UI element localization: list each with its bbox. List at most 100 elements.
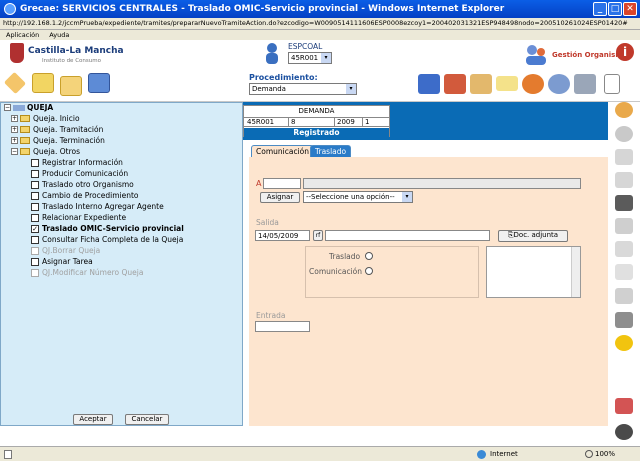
tree-item-selected[interactable]: ✓ Traslado OMIC-Servicio provincial: [31, 224, 184, 233]
item-checkbox-checked[interactable]: ✓: [31, 224, 39, 233]
observaciones-textarea[interactable]: [486, 246, 581, 298]
search-icon[interactable]: [615, 102, 633, 118]
document-icon[interactable]: [615, 149, 633, 165]
tree-folder[interactable]: + Queja. Terminación: [11, 136, 105, 145]
document-icon[interactable]: [604, 74, 620, 94]
gears-icon[interactable]: [548, 74, 570, 94]
folder-icon[interactable]: [60, 76, 82, 96]
tree-item[interactable]: Asignar Tarea: [31, 257, 93, 266]
zoom-icon: [585, 450, 593, 458]
item-checkbox[interactable]: [31, 257, 39, 266]
item-checkbox[interactable]: [31, 191, 39, 200]
salida-number-field[interactable]: [325, 230, 490, 241]
item-checkbox[interactable]: [31, 202, 39, 211]
tree-item[interactable]: Consultar Ficha Completa de la Queja: [31, 235, 183, 244]
crest-icon: [10, 43, 24, 63]
expand-icon[interactable]: +: [11, 137, 18, 144]
folder-label: Queja. Terminación: [33, 136, 105, 145]
address-bar[interactable]: http://192.168.1.2/jccmPrueba/expediente…: [0, 18, 640, 30]
organismo-select-value: --Seleccione una opción--: [306, 193, 395, 201]
print-icon[interactable]: [615, 312, 633, 328]
tab-traslado[interactable]: Traslado: [310, 145, 352, 157]
exit-icon[interactable]: [615, 424, 633, 440]
globe-icon[interactable]: [522, 74, 544, 94]
traslado-label: Traslado: [329, 252, 361, 261]
textarea-scrollbar[interactable]: [571, 247, 580, 297]
collapse-icon[interactable]: −: [4, 104, 11, 111]
window-titlebar: Grecae: SERVICIOS CENTRALES - Traslado O…: [0, 0, 640, 18]
list-icon[interactable]: [615, 264, 633, 280]
save-icon[interactable]: [615, 195, 633, 211]
back-icon[interactable]: [615, 126, 633, 142]
tree-item[interactable]: Traslado otro Organismo: [31, 180, 134, 189]
copy-icon[interactable]: [615, 172, 633, 188]
books-icon[interactable]: [418, 74, 440, 94]
tree-item[interactable]: Relacionar Expediente: [31, 213, 126, 222]
edit-icon[interactable]: [615, 218, 633, 234]
tree-folder[interactable]: + Queja. Tramitación: [11, 125, 103, 134]
a-name-field[interactable]: [303, 178, 581, 189]
salida-date-field[interactable]: [255, 230, 310, 241]
demanda-row: 45R001 8 2009 1: [244, 117, 389, 127]
folder-icon: [20, 126, 30, 133]
browser-statusbar: Internet 100%: [0, 446, 640, 461]
tree-item[interactable]: Producir Comunicación: [31, 169, 128, 178]
item-checkbox[interactable]: [31, 158, 39, 167]
asignar-button[interactable]: Asignar: [260, 192, 300, 203]
info-icon[interactable]: i: [616, 43, 634, 61]
tab-comunicacion[interactable]: Comunicación: [251, 145, 314, 157]
page-icon: [4, 450, 12, 459]
procedimiento-value: Demanda: [252, 85, 286, 93]
tree-root[interactable]: − QUEJA: [4, 103, 53, 112]
maximize-button[interactable]: □: [608, 2, 622, 16]
demanda-year: 2009: [334, 118, 355, 127]
tree-item-label: Producir Comunicación: [42, 169, 129, 178]
menu-aplicacion[interactable]: Aplicación: [6, 31, 39, 39]
delete-icon[interactable]: [615, 398, 633, 414]
tree-item[interactable]: Cambio de Procedimiento: [31, 191, 138, 200]
settings-icon[interactable]: [615, 335, 633, 351]
address-url[interactable]: http://192.168.1.2/jccmPrueba/expediente…: [3, 19, 628, 27]
zoom-level[interactable]: 100%: [595, 447, 615, 461]
comunicacion-radio[interactable]: [365, 267, 373, 275]
close-button[interactable]: ✕: [623, 2, 637, 16]
user-select[interactable]: 45R001 ▾: [288, 52, 332, 64]
doc-adjunta-button[interactable]: ⎘Doc. adjunta: [498, 230, 568, 242]
entrada-field[interactable]: [255, 321, 310, 332]
globe-icon: [477, 450, 486, 459]
folder-users-icon[interactable]: [32, 73, 54, 93]
computer-icon[interactable]: [88, 73, 110, 93]
folder-label: Queja. Tramitación: [33, 125, 104, 134]
expand-icon[interactable]: +: [11, 126, 18, 133]
tools-icon[interactable]: [574, 74, 596, 94]
clipboard-icon[interactable]: [615, 288, 633, 304]
a-code-field[interactable]: [263, 178, 301, 189]
package-icon[interactable]: [470, 74, 492, 94]
tools-icon[interactable]: [615, 241, 633, 257]
expand-icon[interactable]: +: [11, 115, 18, 122]
app-header: Castilla-La Mancha Instituto de Consumo …: [0, 40, 640, 70]
cancelar-button[interactable]: Cancelar: [125, 414, 169, 425]
folder-icon: [20, 137, 30, 144]
item-checkbox[interactable]: [31, 213, 39, 222]
aceptar-button[interactable]: Aceptar: [73, 414, 113, 425]
library-icon[interactable]: [444, 74, 466, 94]
menu-ayuda[interactable]: Ayuda: [49, 31, 69, 39]
traslado-radio[interactable]: [365, 252, 373, 260]
minimize-button[interactable]: _: [593, 2, 607, 16]
item-checkbox[interactable]: [31, 180, 39, 189]
collapse-icon[interactable]: −: [11, 148, 18, 155]
procedimiento-label: Procedimiento:: [249, 73, 318, 82]
envelope-icon[interactable]: [496, 76, 518, 91]
salida-label: Salida: [256, 218, 279, 227]
organismo-select[interactable]: --Seleccione una opción-- ▾: [303, 191, 413, 203]
rf-button[interactable]: rf: [313, 230, 323, 241]
item-checkbox[interactable]: [31, 169, 39, 178]
tree-folder[interactable]: − Queja. Otros: [11, 147, 80, 156]
tree-item[interactable]: Traslado Interno Agregar Agente: [31, 202, 164, 211]
tree-item[interactable]: Registrar Información: [31, 158, 123, 167]
tree-folder[interactable]: + Queja. Inicio: [11, 114, 80, 123]
procedimiento-select[interactable]: Demanda ▾: [249, 83, 357, 95]
item-checkbox[interactable]: [31, 235, 39, 244]
rule-icon[interactable]: [3, 71, 27, 95]
